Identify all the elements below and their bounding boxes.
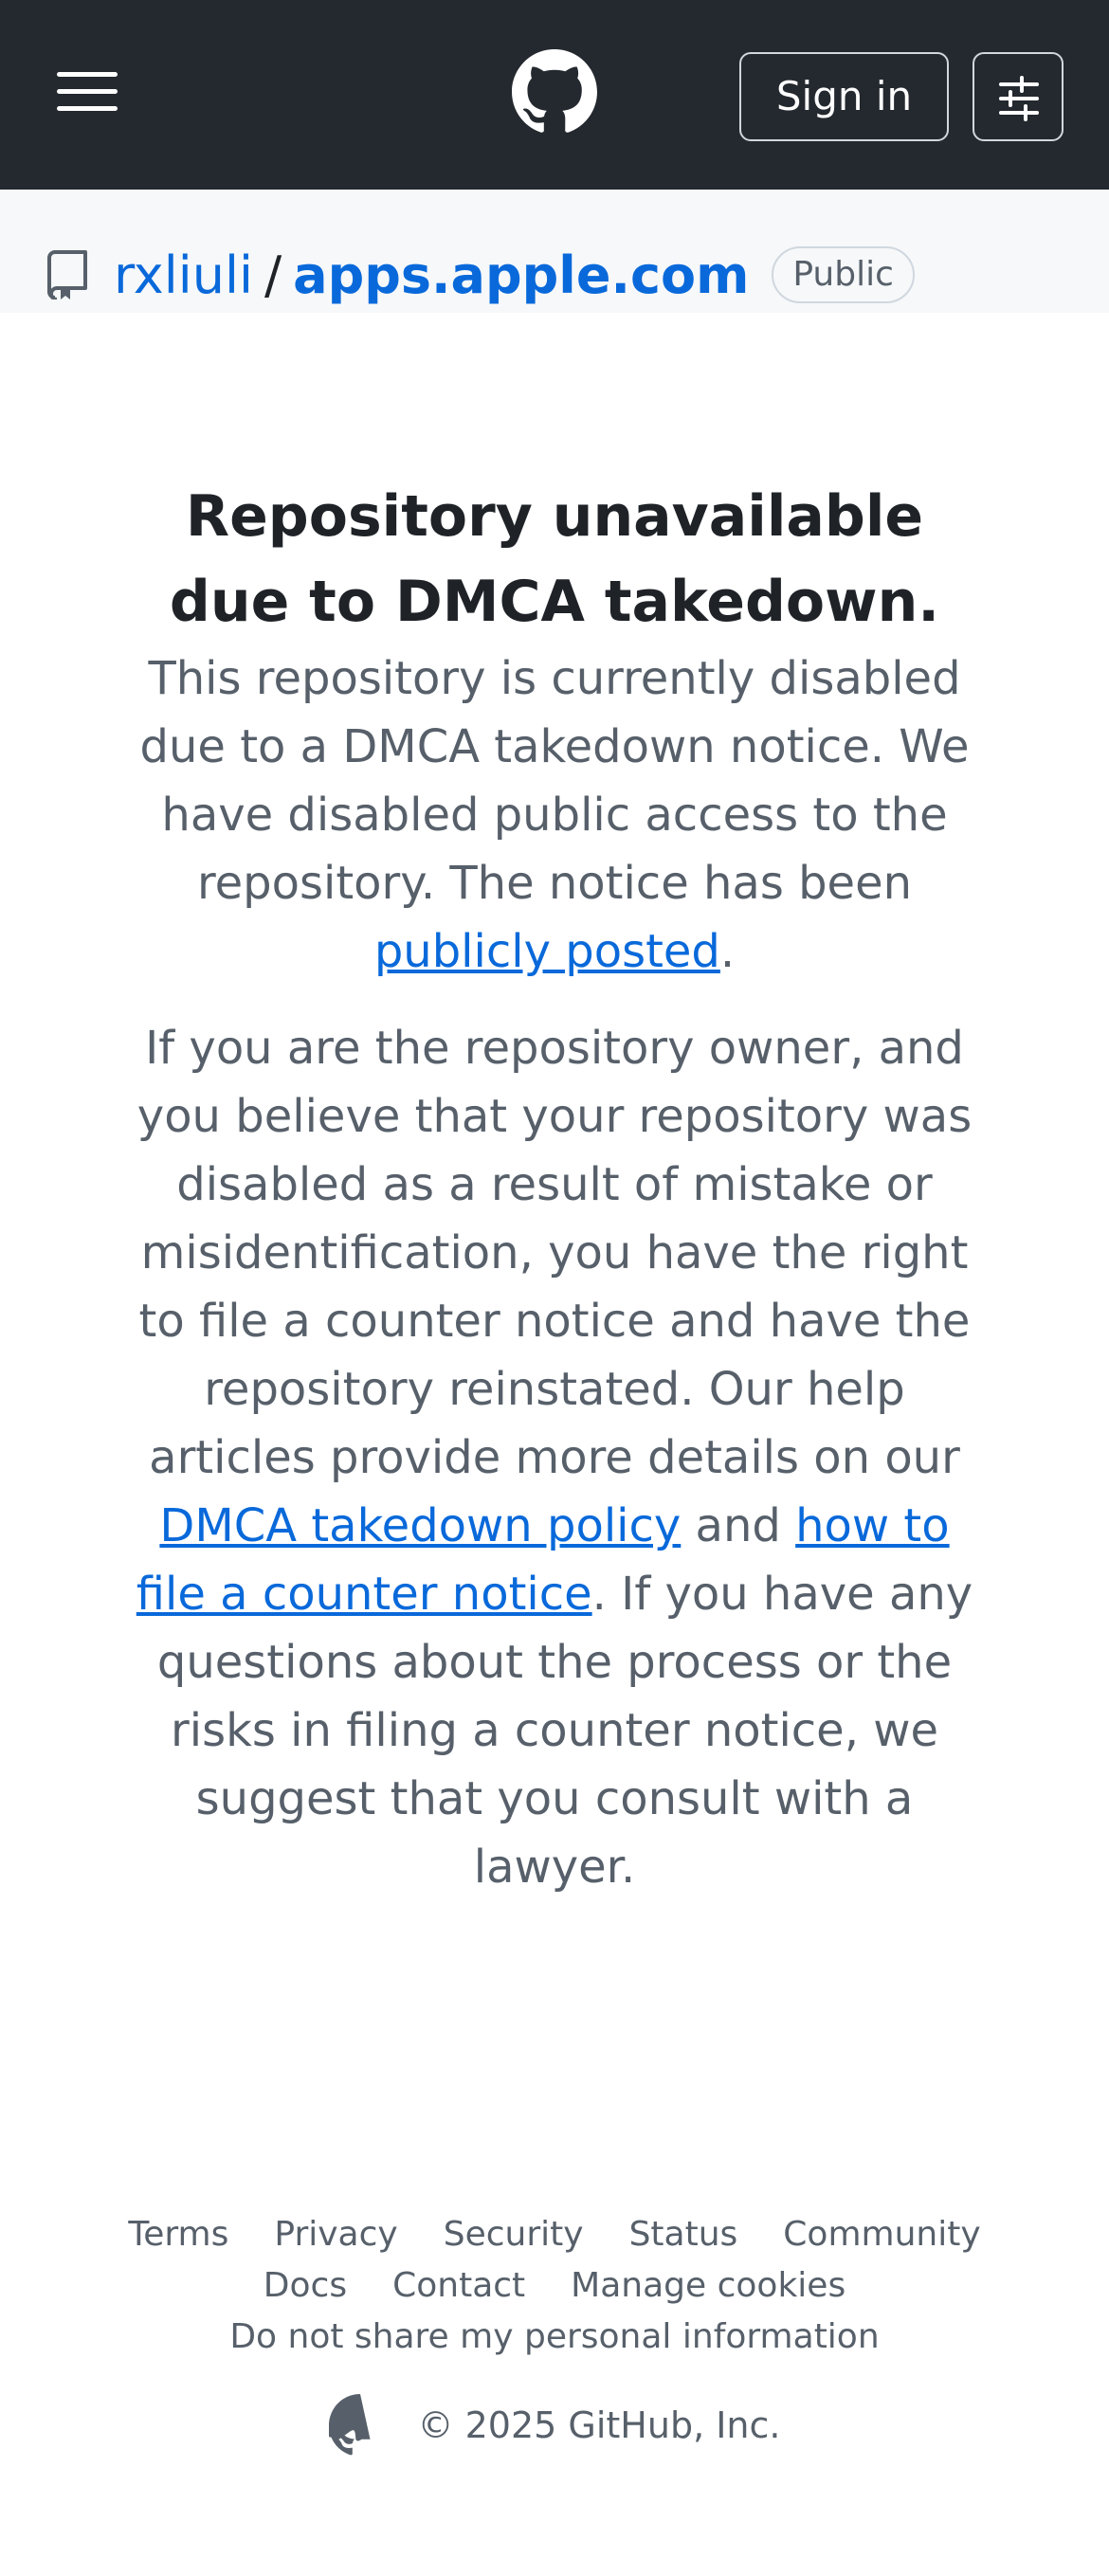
top-header: Sign in — [0, 0, 1109, 190]
para1-text: This repository is currently disabled du… — [139, 652, 970, 910]
footer-link-privacy[interactable]: Privacy — [274, 2215, 397, 2254]
dmca-notice: Repository unavailable due to DMCA taked… — [133, 474, 976, 1901]
hamburger-menu-icon[interactable] — [55, 70, 119, 114]
footer-links-row-3: Do not share my personal information — [0, 2311, 1109, 2362]
footer-link-do-not-share[interactable]: Do not share my personal information — [229, 2317, 879, 2356]
dmca-policy-link[interactable]: DMCA takedown policy — [159, 1499, 681, 1552]
para1-end: . — [719, 925, 736, 978]
breadcrumb-separator: / — [264, 245, 282, 305]
copyright-row: © 2025 GitHub, Inc. — [0, 2392, 1109, 2458]
settings-button[interactable] — [973, 52, 1064, 141]
footer-link-contact[interactable]: Contact — [392, 2266, 525, 2305]
footer-link-manage-cookies[interactable]: Manage cookies — [571, 2266, 845, 2305]
repo-owner-link[interactable]: rxliuli — [114, 245, 253, 305]
footer: Terms Privacy Security Status Community … — [0, 2208, 1109, 2458]
sign-in-button[interactable]: Sign in — [739, 52, 949, 141]
sliders-icon — [999, 76, 1039, 121]
para2-mid: and — [681, 1499, 796, 1552]
notice-paragraph-1: This repository is currently disabled du… — [133, 644, 976, 986]
title-line-2: due to DMCA takedown. — [169, 569, 940, 635]
footer-link-terms[interactable]: Terms — [128, 2215, 228, 2254]
footer-links-row-2: Docs Contact Manage cookies — [0, 2259, 1109, 2311]
github-logo-icon[interactable] — [512, 49, 597, 135]
para2-text: If you are the repository owner, and you… — [136, 1022, 973, 1484]
notice-paragraph-2: If you are the repository owner, and you… — [133, 1014, 976, 1901]
copyright-text: © 2025 GitHub, Inc. — [417, 2404, 781, 2446]
repo-name-link[interactable]: apps.apple.com — [293, 245, 749, 305]
footer-links-row-1: Terms Privacy Security Status Community — [0, 2208, 1109, 2259]
footer-link-docs[interactable]: Docs — [264, 2266, 347, 2305]
footer-link-community[interactable]: Community — [783, 2215, 980, 2254]
title-line-1: Repository unavailable — [185, 483, 924, 550]
publicly-posted-link[interactable]: publicly posted — [374, 925, 720, 978]
page-title: Repository unavailable due to DMCA taked… — [133, 474, 976, 644]
visibility-badge: Public — [772, 246, 915, 303]
breadcrumb: rxliuli / apps.apple.com Public — [114, 237, 915, 313]
footer-link-status[interactable]: Status — [629, 2215, 738, 2254]
repo-icon — [47, 250, 87, 299]
footer-link-security[interactable]: Security — [444, 2215, 584, 2254]
github-logo-icon[interactable] — [328, 2394, 391, 2457]
